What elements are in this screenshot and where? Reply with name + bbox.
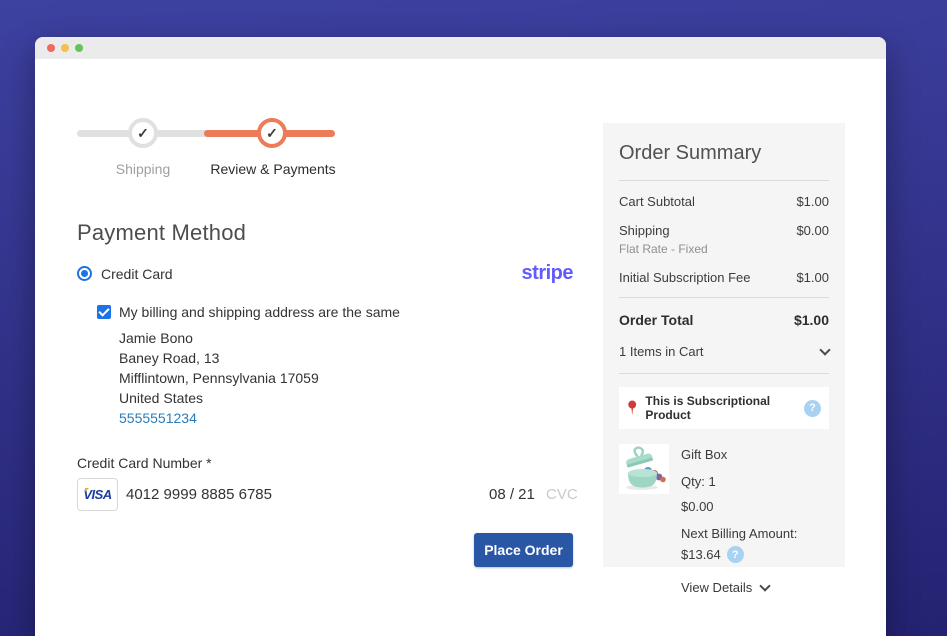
order-summary-panel: Order Summary Cart Subtotal $1.00 Shippi… [603,123,845,567]
credit-card-label[interactable]: Credit Card [101,266,173,282]
billing-address-block: Jamie Bono Baney Road, 13 Mifflintown, P… [119,328,319,428]
order-total-value: $1.00 [794,312,829,328]
subscription-fee-row: Initial Subscription Fee $1.00 [619,262,829,291]
minimize-window-button[interactable] [61,44,69,52]
card-cvc-input[interactable]: CVC [546,486,578,503]
subscription-fee-label: Initial Subscription Fee [619,270,751,285]
card-expiry-input[interactable]: 08 / 21 [489,486,535,503]
pin-icon [627,399,637,417]
next-billing-label: Next Billing Amount: [681,526,797,541]
credit-card-radio[interactable] [77,266,92,281]
close-window-button[interactable] [47,44,55,52]
view-details-label: View Details [681,580,752,595]
step-review-check-icon[interactable]: ✓ [257,118,287,148]
items-in-cart-toggle[interactable]: 1 Items in Cart [619,338,829,373]
address-name: Jamie Bono [119,328,319,348]
billing-same-row: My billing and shipping address are the … [97,304,400,320]
billing-same-checkbox[interactable] [97,305,111,319]
visa-card-brand-icon: VISA [77,478,118,511]
visa-gold-accent [85,488,89,492]
cart-subtotal-value: $1.00 [796,194,829,209]
product-qty: Qty: 1 [681,474,797,489]
address-street: Baney Road, 13 [119,348,319,368]
product-price: $0.00 [681,499,797,514]
cart-subtotal-row: Cart Subtotal $1.00 [619,186,829,215]
subscription-badge-label: This is Subscriptional Product [645,394,796,422]
shipping-label: Shipping [619,223,670,238]
address-country: United States [119,388,319,408]
product-name: Gift Box [681,447,797,462]
browser-window: ✓ ✓ Shipping Review & Payments Payment M… [35,37,886,636]
subscription-fee-value: $1.00 [796,270,829,285]
cart-product-item: Gift Box Qty: 1 $0.00 Next Billing Amoun… [619,444,829,595]
order-summary-title: Order Summary [619,142,829,165]
shipping-value: $0.00 [796,223,829,256]
address-city-state-zip: Mifflintown, Pennsylvania 17059 [119,368,319,388]
next-billing-value: $13.64 [681,547,721,562]
order-total-label: Order Total [619,312,693,328]
page-title: Payment Method [77,220,246,246]
question-icon[interactable]: ? [804,400,821,417]
step-label-shipping[interactable]: Shipping [83,161,203,177]
order-total-row: Order Total $1.00 [619,298,829,338]
divider [619,373,829,374]
product-image [619,444,669,494]
address-phone-link[interactable]: 5555551234 [119,408,319,428]
step-label-review-payments[interactable]: Review & Payments [192,161,354,177]
subscription-product-badge: This is Subscriptional Product ? [619,387,829,429]
card-number-input[interactable]: 4012 9999 8885 6785 [126,486,272,503]
shipping-row: Shipping Flat Rate - Fixed $0.00 [619,215,829,262]
items-in-cart-label: 1 Items in Cart [619,344,704,359]
card-input-row[interactable]: VISA 4012 9999 8885 6785 08 / 21 CVC [77,478,573,511]
place-order-button[interactable]: Place Order [474,533,573,567]
window-titlebar [35,37,886,59]
shipping-method-label: Flat Rate - Fixed [619,242,708,256]
credit-card-number-label: Credit Card Number * [77,455,212,471]
product-details: Gift Box Qty: 1 $0.00 Next Billing Amoun… [681,444,797,595]
cart-subtotal-label: Cart Subtotal [619,194,695,209]
billing-same-label[interactable]: My billing and shipping address are the … [119,304,400,320]
totals-table: Cart Subtotal $1.00 Shipping Flat Rate -… [619,181,829,297]
payment-method-row: Credit Card stripe [77,262,573,285]
chevron-down-icon[interactable] [760,580,771,591]
step-shipping-check-icon[interactable]: ✓ [128,118,158,148]
stripe-logo: stripe [522,262,573,285]
view-details-toggle[interactable]: View Details [681,580,797,595]
gift-box-image [619,444,669,494]
chevron-down-icon[interactable] [819,344,830,355]
maximize-window-button[interactable] [75,44,83,52]
question-icon[interactable]: ? [727,546,744,563]
